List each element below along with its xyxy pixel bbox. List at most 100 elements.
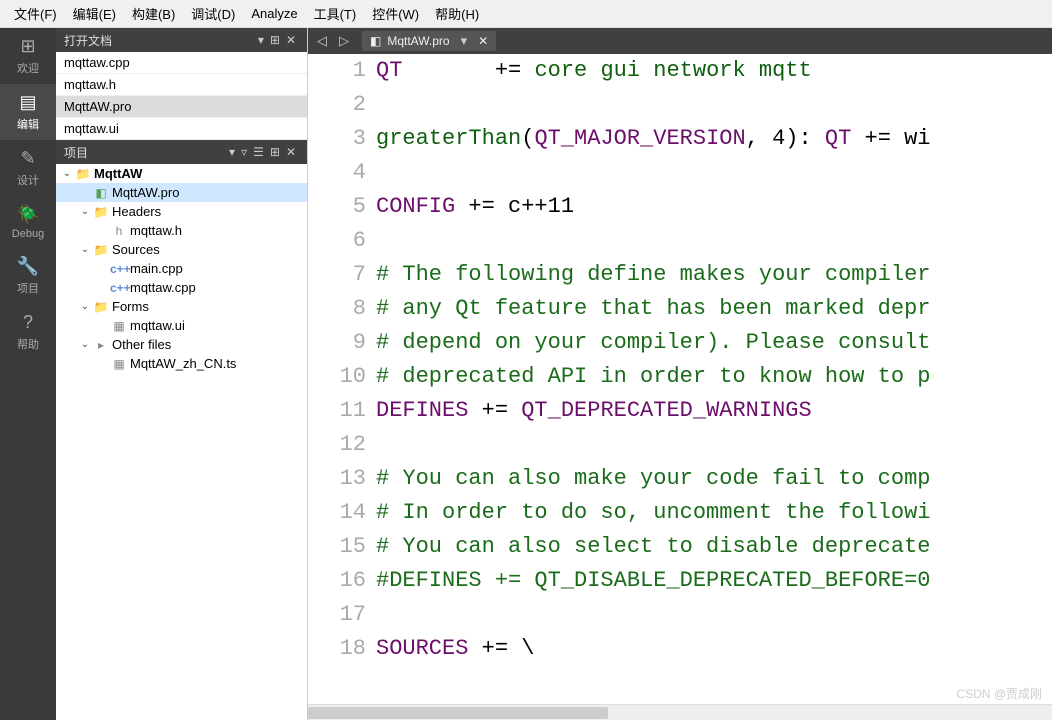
horizontal-scrollbar[interactable] xyxy=(308,704,1052,720)
code-line[interactable]: # You can also select to disable depreca… xyxy=(376,530,1052,564)
chevron-icon[interactable]: ⌄ xyxy=(60,168,74,179)
code-line[interactable] xyxy=(376,88,1052,122)
tree-item[interactable]: c++mqttaw.cpp xyxy=(56,278,307,297)
menu-item[interactable]: 调试(D) xyxy=(183,1,243,26)
code-line[interactable]: CONFIG += c++11 xyxy=(376,190,1052,224)
tree-item[interactable]: ⌄▸Other files xyxy=(56,335,307,354)
mode-帮助[interactable]: ? 帮助 xyxy=(0,304,56,360)
open-doc[interactable]: mqttaw.ui xyxy=(56,118,307,140)
tree-item[interactable]: ◧MqttAW.pro xyxy=(56,183,307,202)
mode-Debug[interactable]: 🪲Debug xyxy=(0,196,56,248)
code-editor[interactable]: 123456789101112131415161718 QT += core g… xyxy=(308,54,1052,704)
tree-label: main.cpp xyxy=(130,261,183,276)
nav-back-button[interactable]: ◁ xyxy=(312,33,332,49)
panel-button[interactable]: ✕ xyxy=(283,33,299,47)
code-line[interactable]: #DEFINES += QT_DISABLE_DEPRECATED_BEFORE… xyxy=(376,564,1052,598)
mode-设计[interactable]: ✎设计 xyxy=(0,140,56,196)
tree-item[interactable]: c++main.cpp xyxy=(56,259,307,278)
tree-label: MqttAW_zh_CN.ts xyxy=(130,356,236,371)
code-line[interactable]: QT += core gui network mqtt xyxy=(376,54,1052,88)
code-line[interactable]: # The following define makes your compil… xyxy=(376,258,1052,292)
tree-item[interactable]: ▦mqttaw.ui xyxy=(56,316,307,335)
panel-button[interactable]: ▿ xyxy=(238,145,250,159)
menu-item[interactable]: 工具(T) xyxy=(306,1,365,26)
line-number: 17 xyxy=(308,598,366,632)
code-line[interactable]: # depend on your compiler). Please consu… xyxy=(376,326,1052,360)
chevron-icon[interactable]: ⌄ xyxy=(78,339,92,350)
tree-item[interactable]: ▦MqttAW_zh_CN.ts xyxy=(56,354,307,373)
mode-icon: 🪲 xyxy=(17,204,39,225)
code-line[interactable] xyxy=(376,224,1052,258)
chevron-icon[interactable]: ⌄ xyxy=(78,301,92,312)
mode-icon: ✎ xyxy=(20,148,35,169)
tree-item[interactable]: hmqttaw.h xyxy=(56,221,307,240)
line-number: 2 xyxy=(308,88,366,122)
chevron-icon[interactable]: ⌄ xyxy=(78,244,92,255)
line-number: 15 xyxy=(308,530,366,564)
panel-button[interactable]: ▾ xyxy=(255,33,267,47)
line-number: 5 xyxy=(308,190,366,224)
line-number: 8 xyxy=(308,292,366,326)
tree-label: MqttAW.pro xyxy=(112,185,179,200)
code-line[interactable]: greaterThan(QT_MAJOR_VERSION, 4): QT += … xyxy=(376,122,1052,156)
code-line[interactable]: # In order to do so, uncomment the follo… xyxy=(376,496,1052,530)
code-line[interactable]: # deprecated API in order to know how to… xyxy=(376,360,1052,394)
code-line[interactable]: SOURCES += \ xyxy=(376,632,1052,666)
file-icon: 📁 xyxy=(92,205,110,219)
menu-item[interactable]: 控件(W) xyxy=(364,1,427,26)
file-icon: ▸ xyxy=(92,338,110,352)
file-icon: ◧ xyxy=(92,186,110,200)
file-icon: 📁 xyxy=(92,300,110,314)
code-line[interactable]: # You can also make your code fail to co… xyxy=(376,462,1052,496)
panel-button[interactable]: ⊞ xyxy=(267,33,283,47)
chevron-icon[interactable]: ⌄ xyxy=(78,206,92,217)
tree-label: Headers xyxy=(112,204,161,219)
panel-button[interactable]: ☰ xyxy=(250,145,267,159)
mode-label: 欢迎 xyxy=(17,60,39,76)
editor-tab[interactable]: ◧ MqttAW.pro ▾ ✕ xyxy=(362,31,496,51)
code-line[interactable]: DEFINES += QT_DEPRECATED_WARNINGS xyxy=(376,394,1052,428)
tab-close-icon[interactable]: ✕ xyxy=(478,34,488,48)
menu-item[interactable]: 构建(B) xyxy=(124,1,183,26)
tree-item[interactable]: ⌄📁Forms xyxy=(56,297,307,316)
tree-item[interactable]: ⌄📁Sources xyxy=(56,240,307,259)
mode-欢迎[interactable]: ⊞欢迎 xyxy=(0,28,56,84)
code-line[interactable] xyxy=(376,598,1052,632)
panel-button[interactable]: ✕ xyxy=(283,145,299,159)
code-lines[interactable]: QT += core gui network mqtt greaterThan(… xyxy=(376,54,1052,704)
code-line[interactable] xyxy=(376,428,1052,462)
menu-item[interactable]: 帮助(H) xyxy=(427,1,487,26)
tree-item[interactable]: ⌄📁Headers xyxy=(56,202,307,221)
mode-icon: ? xyxy=(23,312,33,333)
open-doc[interactable]: mqttaw.h xyxy=(56,74,307,96)
panel-button[interactable]: ▾ xyxy=(226,145,238,159)
code-line[interactable]: # any Qt feature that has been marked de… xyxy=(376,292,1052,326)
menu-item[interactable]: Analyze xyxy=(243,3,305,24)
project-header: 项目 ▾▿☰⊞✕ xyxy=(56,140,307,164)
file-icon: c++ xyxy=(110,281,128,295)
line-number: 13 xyxy=(308,462,366,496)
line-number: 1 xyxy=(308,54,366,88)
file-icon: 📁 xyxy=(74,167,92,181)
nav-forward-button[interactable]: ▷ xyxy=(334,33,354,49)
code-line[interactable] xyxy=(376,156,1052,190)
tree-label: Other files xyxy=(112,337,171,352)
mode-label: 帮助 xyxy=(17,336,39,352)
project-tree: ⌄📁MqttAW◧MqttAW.pro⌄📁Headershmqttaw.h⌄📁S… xyxy=(56,164,307,720)
menu-item[interactable]: 编辑(E) xyxy=(65,1,124,26)
main-area: ⊞欢迎▤编辑✎设计🪲Debug🔧项目?帮助 打开文档 ▾⊞✕ mqttaw.cp… xyxy=(0,28,1052,720)
line-number: 18 xyxy=(308,632,366,666)
mode-编辑[interactable]: ▤编辑 xyxy=(0,84,56,140)
mode-项目[interactable]: 🔧项目 xyxy=(0,248,56,304)
scroll-thumb[interactable] xyxy=(308,707,608,719)
tab-dropdown-icon[interactable]: ▾ xyxy=(456,33,473,49)
menu-item[interactable]: 文件(F) xyxy=(6,1,65,26)
open-doc[interactable]: mqttaw.cpp xyxy=(56,52,307,74)
tree-item[interactable]: ⌄📁MqttAW xyxy=(56,164,307,183)
file-icon: h xyxy=(110,224,128,238)
mode-label: 编辑 xyxy=(17,116,39,132)
line-number: 9 xyxy=(308,326,366,360)
editor-toolbar: ◁ ▷ ◧ MqttAW.pro ▾ ✕ xyxy=(308,28,1052,54)
open-doc[interactable]: MqttAW.pro xyxy=(56,96,307,118)
panel-button[interactable]: ⊞ xyxy=(267,145,283,159)
